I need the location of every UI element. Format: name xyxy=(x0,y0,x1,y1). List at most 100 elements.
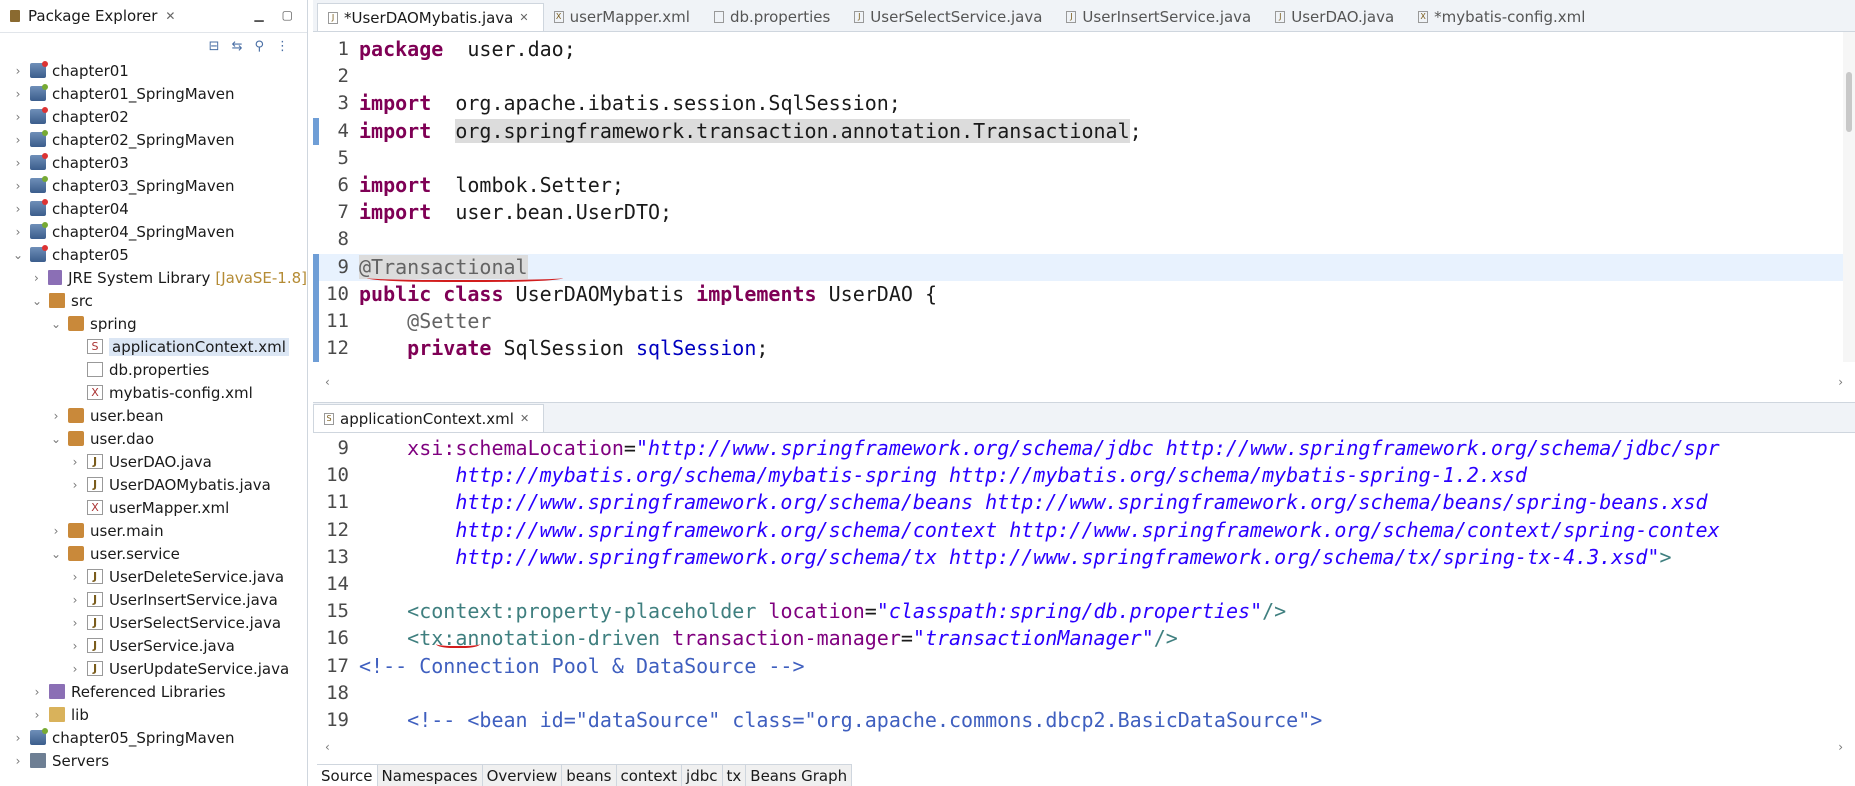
maximize-icon[interactable]: ▢ xyxy=(282,8,293,22)
page-tab[interactable]: Overview xyxy=(482,765,563,786)
tree-item[interactable]: › J UserUpdateService.java xyxy=(0,657,307,680)
view-menu-icon[interactable]: ⋮ xyxy=(276,39,289,54)
editor-tab[interactable]: XuserMapper.xml xyxy=(544,3,704,31)
tree-item[interactable]: › chapter05_SpringMaven xyxy=(0,726,307,749)
tree-item[interactable]: › chapter04_SpringMaven xyxy=(0,220,307,243)
chevron-right-icon[interactable]: › xyxy=(69,639,81,653)
tree-item[interactable]: ⌄ src xyxy=(0,289,307,312)
tree-item[interactable]: XuserMapper.xml xyxy=(0,496,307,519)
page-tab[interactable]: Source xyxy=(317,765,378,786)
chevron-right-icon[interactable]: › xyxy=(69,478,81,492)
scroll-left-icon[interactable]: ‹ xyxy=(325,740,330,754)
tree-item[interactable]: › chapter02_SpringMaven xyxy=(0,128,307,151)
tree-item[interactable]: › Servers xyxy=(0,749,307,772)
scroll-left-icon[interactable]: ‹ xyxy=(325,375,330,389)
code-token: sqlSession xyxy=(635,336,757,361)
line-content: <!-- Connection Pool & DataSource --> xyxy=(349,653,805,680)
editor-tab[interactable]: J UserInsertService.java xyxy=(1056,3,1265,31)
editor-tab[interactable]: J UserDAO.java xyxy=(1265,3,1408,31)
tree-item[interactable]: › Referenced Libraries xyxy=(0,680,307,703)
editor-tab[interactable]: J UserSelectService.java xyxy=(844,3,1056,31)
chevron-down-icon[interactable]: ⌄ xyxy=(50,317,62,331)
chevron-down-icon[interactable]: ⌄ xyxy=(31,294,43,308)
chevron-right-icon[interactable]: › xyxy=(12,225,24,239)
chevron-right-icon[interactable]: › xyxy=(12,87,24,101)
tree-item[interactable]: › user.bean xyxy=(0,404,307,427)
focus-icon[interactable]: ⚲ xyxy=(254,39,264,54)
tree-item[interactable]: › J UserDAOMybatis.java xyxy=(0,473,307,496)
tree-item[interactable]: › JRE System Library [JavaSE-1.8] xyxy=(0,266,307,289)
link-with-editor-icon[interactable]: ⇆ xyxy=(232,39,243,54)
chevron-right-icon[interactable]: › xyxy=(12,64,24,78)
tree-item[interactable]: › chapter01_SpringMaven xyxy=(0,82,307,105)
chevron-right-icon[interactable]: › xyxy=(12,110,24,124)
collapse-all-icon[interactable]: ⊟ xyxy=(209,39,220,54)
tree-item[interactable]: › chapter04 xyxy=(0,197,307,220)
code-line: 12 private SqlSession sqlSession; xyxy=(313,335,1855,362)
chevron-right-icon[interactable]: › xyxy=(31,708,43,722)
tree-item[interactable]: › J UserDeleteService.java xyxy=(0,565,307,588)
xml-horizontal-scrollbar[interactable]: ‹ › xyxy=(313,739,1855,755)
chevron-right-icon[interactable]: › xyxy=(69,570,81,584)
editor-horizontal-scrollbar[interactable]: ‹ › xyxy=(313,374,1855,390)
tree-item[interactable]: › lib xyxy=(0,703,307,726)
tree-item[interactable]: › chapter01 xyxy=(0,59,307,82)
chevron-right-icon[interactable]: › xyxy=(12,202,24,216)
scroll-right-icon[interactable]: › xyxy=(1838,375,1843,389)
tree-item[interactable]: Xmybatis-config.xml xyxy=(0,381,307,404)
editor-tab[interactable]: J *UserDAOMybatis.java ✕ xyxy=(317,3,544,31)
chevron-down-icon[interactable]: ⌄ xyxy=(50,547,62,561)
tree-item[interactable]: › chapter03_SpringMaven xyxy=(0,174,307,197)
page-tab[interactable]: jdbc xyxy=(682,765,723,786)
xml-code-area[interactable]: 9 xsi:schemaLocation="http://www.springf… xyxy=(313,433,1855,734)
chevron-right-icon[interactable]: › xyxy=(12,156,24,170)
scroll-right-icon[interactable]: › xyxy=(1838,740,1843,754)
tree-item[interactable]: › J UserService.java xyxy=(0,634,307,657)
tree-item[interactable]: ⌄ user.service xyxy=(0,542,307,565)
chevron-right-icon[interactable]: › xyxy=(12,179,24,193)
chevron-right-icon[interactable]: › xyxy=(50,524,62,538)
java-file-icon: J xyxy=(1275,11,1286,23)
tree-item[interactable]: ⌄ chapter05 xyxy=(0,243,307,266)
tree-item[interactable]: ⌄ user.dao xyxy=(0,427,307,450)
tree-item-label: chapter02 xyxy=(52,107,129,126)
tree-item[interactable]: › J UserInsertService.java xyxy=(0,588,307,611)
code-line: 11 @Setter xyxy=(313,308,1855,335)
chevron-right-icon[interactable]: › xyxy=(69,593,81,607)
minimize-icon[interactable]: ▁ xyxy=(254,8,263,22)
page-tab[interactable]: beans xyxy=(562,765,617,786)
chevron-right-icon[interactable]: › xyxy=(31,685,43,699)
chevron-right-icon[interactable]: › xyxy=(12,731,24,745)
chevron-right-icon[interactable]: › xyxy=(12,754,24,768)
page-tab[interactable]: Namespaces xyxy=(377,765,483,786)
page-tab[interactable]: context xyxy=(616,765,683,786)
code-token: http://mybatis.org/schema/mybatis-spring… xyxy=(455,463,1527,488)
tree-item[interactable]: › chapter03 xyxy=(0,151,307,174)
tree-item[interactable]: SapplicationContext.xml xyxy=(0,335,307,358)
project-tree: › chapter01 › chapter01_SpringMaven › chapter… xyxy=(0,59,307,772)
java-code-area[interactable]: 1 package user.dao; 2 3 import org.apache.ib… xyxy=(313,32,1855,363)
tree-item[interactable]: › J UserSelectService.java xyxy=(0,611,307,634)
tree-item[interactable]: › chapter02 xyxy=(0,105,307,128)
chevron-right-icon[interactable]: › xyxy=(69,455,81,469)
tree-item[interactable]: › J UserDAO.java xyxy=(0,450,307,473)
editor-tab[interactable]: db.properties xyxy=(704,3,844,31)
editor-tab[interactable]: X *mybatis-config.xml xyxy=(1408,3,1599,31)
editor-vertical-scrollbar[interactable] xyxy=(1843,32,1855,362)
close-icon[interactable]: ✕ xyxy=(520,412,529,425)
chevron-down-icon[interactable]: ⌄ xyxy=(12,248,24,262)
tab-applicationcontext-xml[interactable]: S applicationContext.xml ✕ xyxy=(313,404,545,432)
close-icon[interactable]: ✕ xyxy=(165,9,175,23)
chevron-right-icon[interactable]: › xyxy=(31,271,42,285)
tree-item[interactable]: db.properties xyxy=(0,358,307,381)
page-tab[interactable]: tx xyxy=(722,765,747,786)
tree-item[interactable]: ⌄ spring xyxy=(0,312,307,335)
chevron-right-icon[interactable]: › xyxy=(50,409,62,423)
chevron-right-icon[interactable]: › xyxy=(69,616,81,630)
chevron-down-icon[interactable]: ⌄ xyxy=(50,432,62,446)
close-icon[interactable]: ✕ xyxy=(519,11,528,24)
chevron-right-icon[interactable]: › xyxy=(69,662,81,676)
tree-item[interactable]: › user.main xyxy=(0,519,307,542)
chevron-right-icon[interactable]: › xyxy=(12,133,24,147)
page-tab[interactable]: Beans Graph xyxy=(746,765,853,786)
